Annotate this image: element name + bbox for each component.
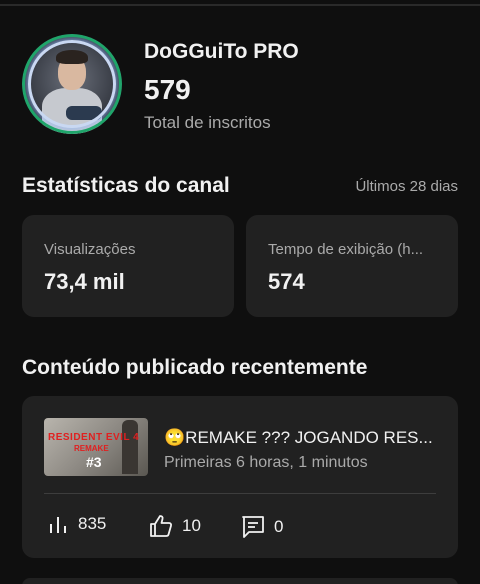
video-meta: Primeiras 6 horas, 1 minutos: [164, 454, 368, 471]
likes-count: 10: [182, 516, 201, 535]
views-metric: 835: [48, 514, 106, 534]
like-icon: [148, 514, 174, 538]
subscriber-label: Total de inscritos: [144, 113, 271, 132]
channel-analytics-page: DoGGuiTo PRO 579 Total de inscritos Esta…: [0, 0, 480, 584]
watch-time-card[interactable]: Tempo de exibição (h... 574: [246, 215, 458, 317]
thumbnail-text-3: #3: [86, 454, 102, 470]
channel-profile: DoGGuiTo PRO 579 Total de inscritos: [22, 34, 299, 134]
channel-name: DoGGuiTo PRO: [144, 40, 299, 63]
video-divider: [44, 493, 436, 494]
likes-metric: 10: [148, 514, 201, 538]
comments-count: 0: [274, 517, 284, 536]
watch-time-label: Tempo de exibição (h...: [268, 241, 424, 258]
recent-video-card[interactable]: RESIDENT EVIL 4 REMAKE #3 🙄REMAKE ??? JO…: [22, 396, 458, 558]
watch-time-value: 574: [268, 269, 305, 294]
video-thumbnail[interactable]: RESIDENT EVIL 4 REMAKE #3: [44, 418, 148, 476]
avatar[interactable]: [22, 34, 122, 134]
comment-icon: [240, 514, 266, 540]
views-icon: [48, 514, 70, 534]
top-divider: [0, 4, 480, 6]
views-value: 73,4 mil: [44, 269, 125, 294]
next-card-edge: [22, 578, 458, 584]
stats-title: Estatísticas do canal: [22, 174, 230, 197]
video-title[interactable]: 🙄REMAKE ??? JOGANDO RES...: [164, 428, 444, 448]
subscriber-count: 579: [144, 74, 191, 105]
views-count: 835: [78, 514, 107, 533]
channel-info: DoGGuiTo PRO 579 Total de inscritos: [144, 39, 299, 134]
thumbnail-figure: [122, 420, 138, 474]
avatar-rim: [22, 34, 122, 134]
thumbnail-text-2: REMAKE: [74, 444, 109, 453]
views-label: Visualizações: [44, 241, 136, 258]
views-card[interactable]: Visualizações 73,4 mil: [22, 215, 234, 317]
stats-period: Últimos 28 dias: [355, 178, 458, 195]
comments-metric: 0: [240, 514, 283, 540]
thumbnail-text-1: RESIDENT EVIL 4: [48, 432, 140, 443]
recent-content-title: Conteúdo publicado recentemente: [22, 356, 368, 379]
